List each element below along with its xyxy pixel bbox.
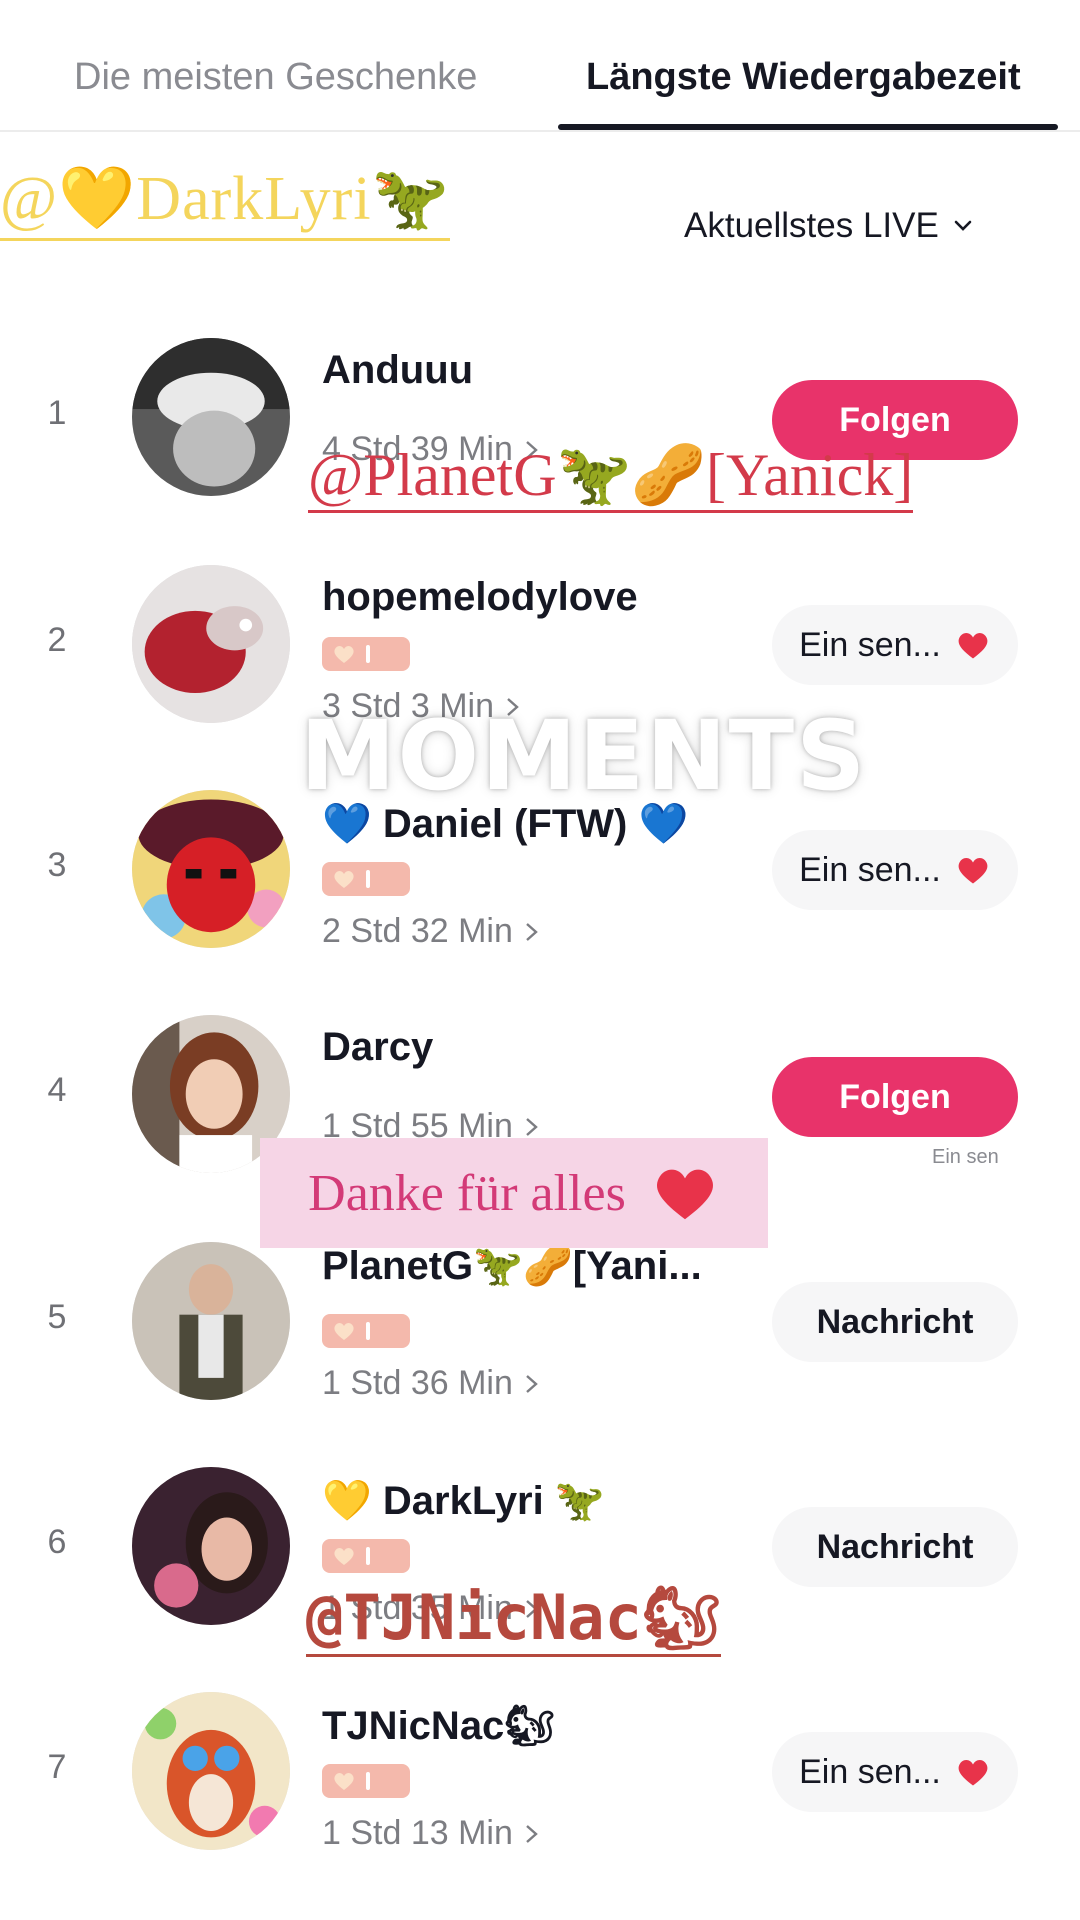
duration-text: 1 Std 36 Min xyxy=(322,1364,513,1402)
heart-icon xyxy=(958,858,988,884)
rank-number: 2 xyxy=(47,621,67,659)
chevron-down-icon xyxy=(954,220,972,231)
follow-button[interactable]: Folgen xyxy=(772,1057,1018,1137)
heart-icon xyxy=(656,1169,713,1220)
mention-sticker-planetg: @PlanetG🦖🥜[Yanick] xyxy=(308,440,914,513)
send-gift-button[interactable]: Ein sen... xyxy=(772,1732,1018,1812)
duration-text: 1 Std 13 Min xyxy=(322,1814,513,1852)
thanks-text: Danke für alles xyxy=(308,1164,626,1222)
rank-number: 7 xyxy=(47,1748,67,1786)
rank-number: 1 xyxy=(47,394,67,432)
list-item[interactable]: 5 PlanetG🦖🥜[Yani... 1 Std 36 Min Nachric… xyxy=(0,1222,1080,1422)
rank-number: 6 xyxy=(47,1523,67,1561)
chevron-right-icon xyxy=(526,1117,538,1136)
fan-level-badge xyxy=(322,862,410,896)
tab-most-gifts[interactable]: Die meisten Geschenke xyxy=(74,56,477,99)
heart-icon xyxy=(958,633,988,659)
watch-duration[interactable]: 1 Std 13 Min xyxy=(322,1814,541,1853)
button-label: Ein sen... xyxy=(799,625,941,664)
tab-bar: Die meisten Geschenke Längste Wiedergabe… xyxy=(0,0,1080,132)
username: Anduuu xyxy=(322,348,474,392)
username: hopemelodylove xyxy=(322,575,638,619)
button-label: Ein sen... xyxy=(799,850,941,889)
send-gift-button[interactable]: Ein sen... xyxy=(772,605,1018,685)
list-item[interactable]: 7 TJNicNac🐿 1 Std 13 Min Ein sen... xyxy=(0,1672,1080,1872)
chevron-right-icon xyxy=(526,922,538,941)
avatar[interactable] xyxy=(132,565,290,723)
live-filter-dropdown[interactable]: Aktuellstes LIVE xyxy=(684,206,975,246)
heart-icon xyxy=(334,1548,354,1565)
fan-level-badge xyxy=(322,1539,410,1573)
button-label: Ein sen... xyxy=(799,1752,941,1791)
tab-longest-watch-time[interactable]: Längste Wiedergabezeit xyxy=(586,56,1021,99)
mention-sticker-tjnicnac: @TJNicNac🐿 xyxy=(306,1582,721,1657)
heart-icon xyxy=(334,871,354,888)
rank-number: 3 xyxy=(47,846,67,884)
rank-number: 4 xyxy=(47,1071,67,1109)
small-send-label: Ein sen xyxy=(932,1146,999,1168)
mention-sticker-darklyri: @💛DarkLyri🦖 xyxy=(0,160,450,241)
chevron-right-icon xyxy=(526,1374,538,1393)
watch-duration[interactable]: 2 Std 32 Min xyxy=(322,912,541,951)
duration-text: 2 Std 32 Min xyxy=(322,912,513,950)
heart-icon xyxy=(334,1773,354,1790)
message-button[interactable]: Nachricht xyxy=(772,1507,1018,1587)
avatar[interactable] xyxy=(132,1692,290,1850)
send-gift-button[interactable]: Ein sen... xyxy=(772,830,1018,910)
avatar[interactable] xyxy=(132,790,290,948)
active-tab-indicator xyxy=(558,124,1058,130)
fan-level-badge xyxy=(322,1764,410,1798)
avatar[interactable] xyxy=(132,1242,290,1400)
heart-icon xyxy=(958,1760,988,1786)
moments-title-overlay: MOMENTS xyxy=(300,700,868,812)
live-filter-label: Aktuellstes LIVE xyxy=(684,206,939,245)
fan-level-badge xyxy=(322,1314,410,1348)
thanks-caption-overlay: Danke für alles xyxy=(260,1138,768,1248)
username: PlanetG🦖🥜[Yani... xyxy=(322,1244,702,1288)
chevron-right-icon xyxy=(526,1824,538,1843)
username: 💛 DarkLyri 🦖 xyxy=(322,1479,605,1523)
heart-icon xyxy=(334,1323,354,1340)
fan-level-badge xyxy=(322,637,410,671)
username: Darcy xyxy=(322,1025,434,1069)
avatar[interactable] xyxy=(132,338,290,496)
watch-duration[interactable]: 1 Std 36 Min xyxy=(322,1364,541,1403)
message-button[interactable]: Nachricht xyxy=(772,1282,1018,1362)
heart-icon xyxy=(334,646,354,663)
username: TJNicNac🐿 xyxy=(322,1704,556,1748)
rank-number: 5 xyxy=(47,1298,67,1336)
avatar[interactable] xyxy=(132,1467,290,1625)
